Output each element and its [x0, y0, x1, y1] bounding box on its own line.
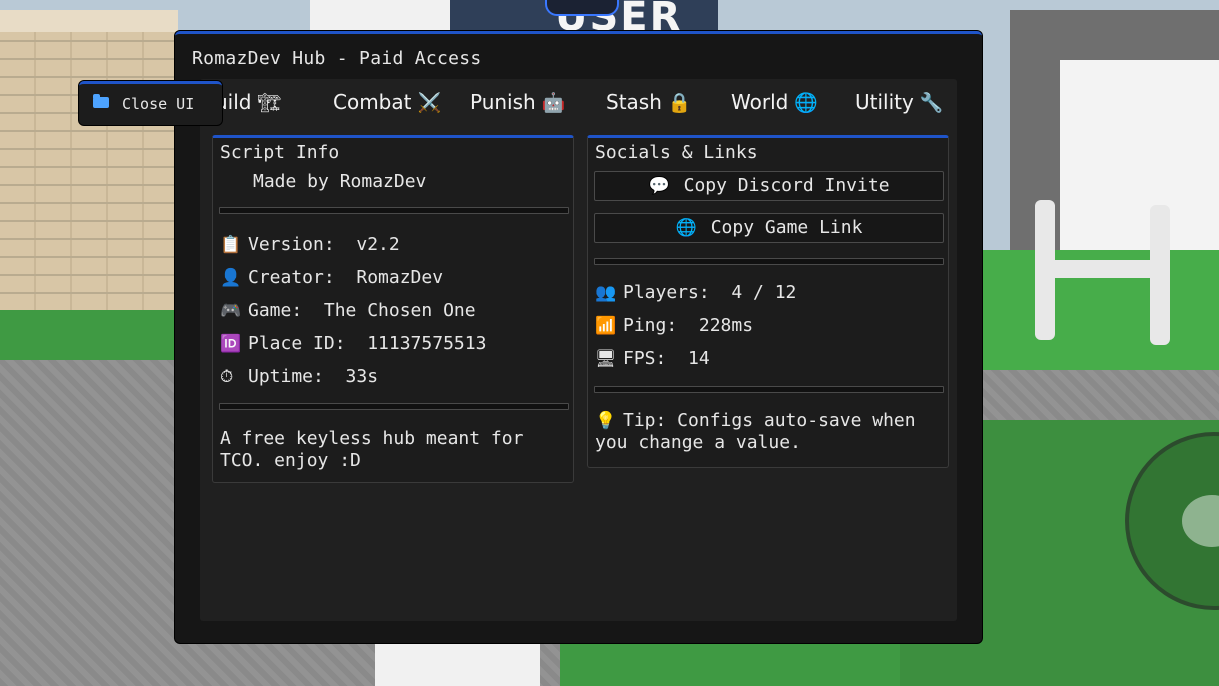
card-title: Script Info	[220, 142, 340, 163]
window-title: RomazDev Hub - Paid Access	[192, 48, 482, 69]
fence-rail	[1050, 260, 1170, 278]
lock-icon: 🔒	[667, 92, 692, 114]
separator	[594, 258, 944, 265]
banner-logo	[545, 0, 619, 16]
tab-label: Punish	[470, 90, 536, 114]
white-block-bottom	[375, 640, 540, 686]
wrench-icon: 🔧	[919, 92, 944, 114]
fps-row: 🖥 FPS: 14	[595, 348, 710, 369]
stopwatch-icon: ⏱	[220, 367, 234, 387]
lightbulb-icon: 💡	[595, 411, 617, 431]
tip-text: 💡 Tip: Configs auto-save when you change …	[595, 410, 945, 453]
separator	[219, 207, 569, 214]
players-row: 👥 Players: 4 / 12	[595, 282, 796, 303]
place-id-text: Place ID: 11137575513	[248, 333, 487, 354]
version-text: Version: v2.2	[248, 234, 400, 255]
tab-bar: uild 🏗 Combat ⚔️ Punish 🤖 Stash 🔒 World 🌐 Uti…	[200, 79, 957, 127]
card-title: Socials & Links	[595, 142, 758, 163]
ping-text: Ping: 228ms	[623, 315, 754, 336]
creator-row: 👤 Creator: RomazDev	[220, 267, 443, 288]
copy-game-link-button[interactable]: 🌐 Copy Game Link	[594, 213, 944, 243]
tab-utility[interactable]: Utility 🔧	[855, 90, 944, 114]
clipboard-icon: 📋	[220, 235, 242, 255]
tab-label: Stash	[606, 90, 662, 114]
fps-text: FPS: 14	[623, 348, 710, 369]
version-row: 📋 Version: v2.2	[220, 234, 400, 255]
gamepad-icon: 🎮	[220, 301, 242, 321]
tab-build[interactable]: uild 🏗	[215, 90, 282, 114]
users-icon: 👥	[595, 283, 617, 303]
players-text: Players: 4 / 12	[623, 282, 797, 303]
globe-icon: 🌐	[794, 92, 818, 114]
separator	[219, 403, 569, 410]
id-icon: 🆔	[220, 334, 242, 354]
monitor-icon: 🖥	[595, 349, 617, 369]
place-id-row: 🆔 Place ID: 11137575513	[220, 333, 486, 354]
script-info-card: Script Info Made by RomazDev 📋 Version: v…	[212, 135, 574, 483]
crane-icon: 🏗	[257, 92, 282, 114]
copy-discord-button[interactable]: 💬 Copy Discord Invite	[594, 171, 944, 201]
tab-stash[interactable]: Stash 🔒	[606, 90, 692, 114]
chat-bubble-icon: 💬	[648, 176, 670, 196]
tab-label: Utility	[855, 90, 914, 114]
made-by-text: Made by RomazDev	[253, 171, 427, 192]
window-body: uild 🏗 Combat ⚔️ Punish 🤖 Stash 🔒 World 🌐 Uti…	[200, 79, 957, 621]
hub-window[interactable]: RomazDev Hub - Paid Access uild 🏗 Combat ⚔…	[175, 31, 982, 643]
folder-icon	[93, 94, 109, 108]
grass-patch-bottom	[560, 640, 900, 686]
close-ui-button[interactable]: Close UI	[79, 81, 222, 125]
separator	[594, 386, 944, 393]
tab-label: World	[731, 90, 789, 114]
brick-wall-cap	[0, 10, 178, 32]
close-ui-label: Close UI	[122, 95, 195, 113]
game-row: 🎮 Game: The Chosen One	[220, 300, 476, 321]
tab-combat[interactable]: Combat ⚔️	[333, 90, 441, 114]
socials-card: Socials & Links 💬 Copy Discord Invite 🌐 Co…	[587, 135, 949, 468]
description-text: A free keyless hub meant for TCO. enjoy …	[220, 428, 524, 471]
button-label: Copy Game Link	[710, 217, 863, 238]
signal-icon: 📶	[595, 316, 617, 336]
ping-row: 📶 Ping: 228ms	[595, 315, 753, 336]
robot-icon: 🤖	[541, 92, 566, 114]
game-text: Game: The Chosen One	[248, 300, 476, 321]
uptime-row: ⏱ Uptime: 33s	[220, 366, 378, 387]
button-label: Copy Discord Invite	[683, 175, 890, 196]
tab-punish[interactable]: Punish 🤖	[470, 90, 565, 114]
uptime-text: Uptime: 33s	[248, 366, 379, 387]
globe-icon: 🌐	[675, 218, 697, 238]
tab-label: Combat	[333, 90, 412, 114]
creator-text: Creator: RomazDev	[248, 267, 444, 288]
user-icon: 👤	[220, 268, 242, 288]
swords-icon: ⚔️	[417, 92, 442, 114]
tip-label: Tip: Configs auto-save when you change a…	[595, 410, 916, 453]
brick-wall	[0, 10, 178, 310]
tab-world[interactable]: World 🌐	[731, 90, 818, 114]
